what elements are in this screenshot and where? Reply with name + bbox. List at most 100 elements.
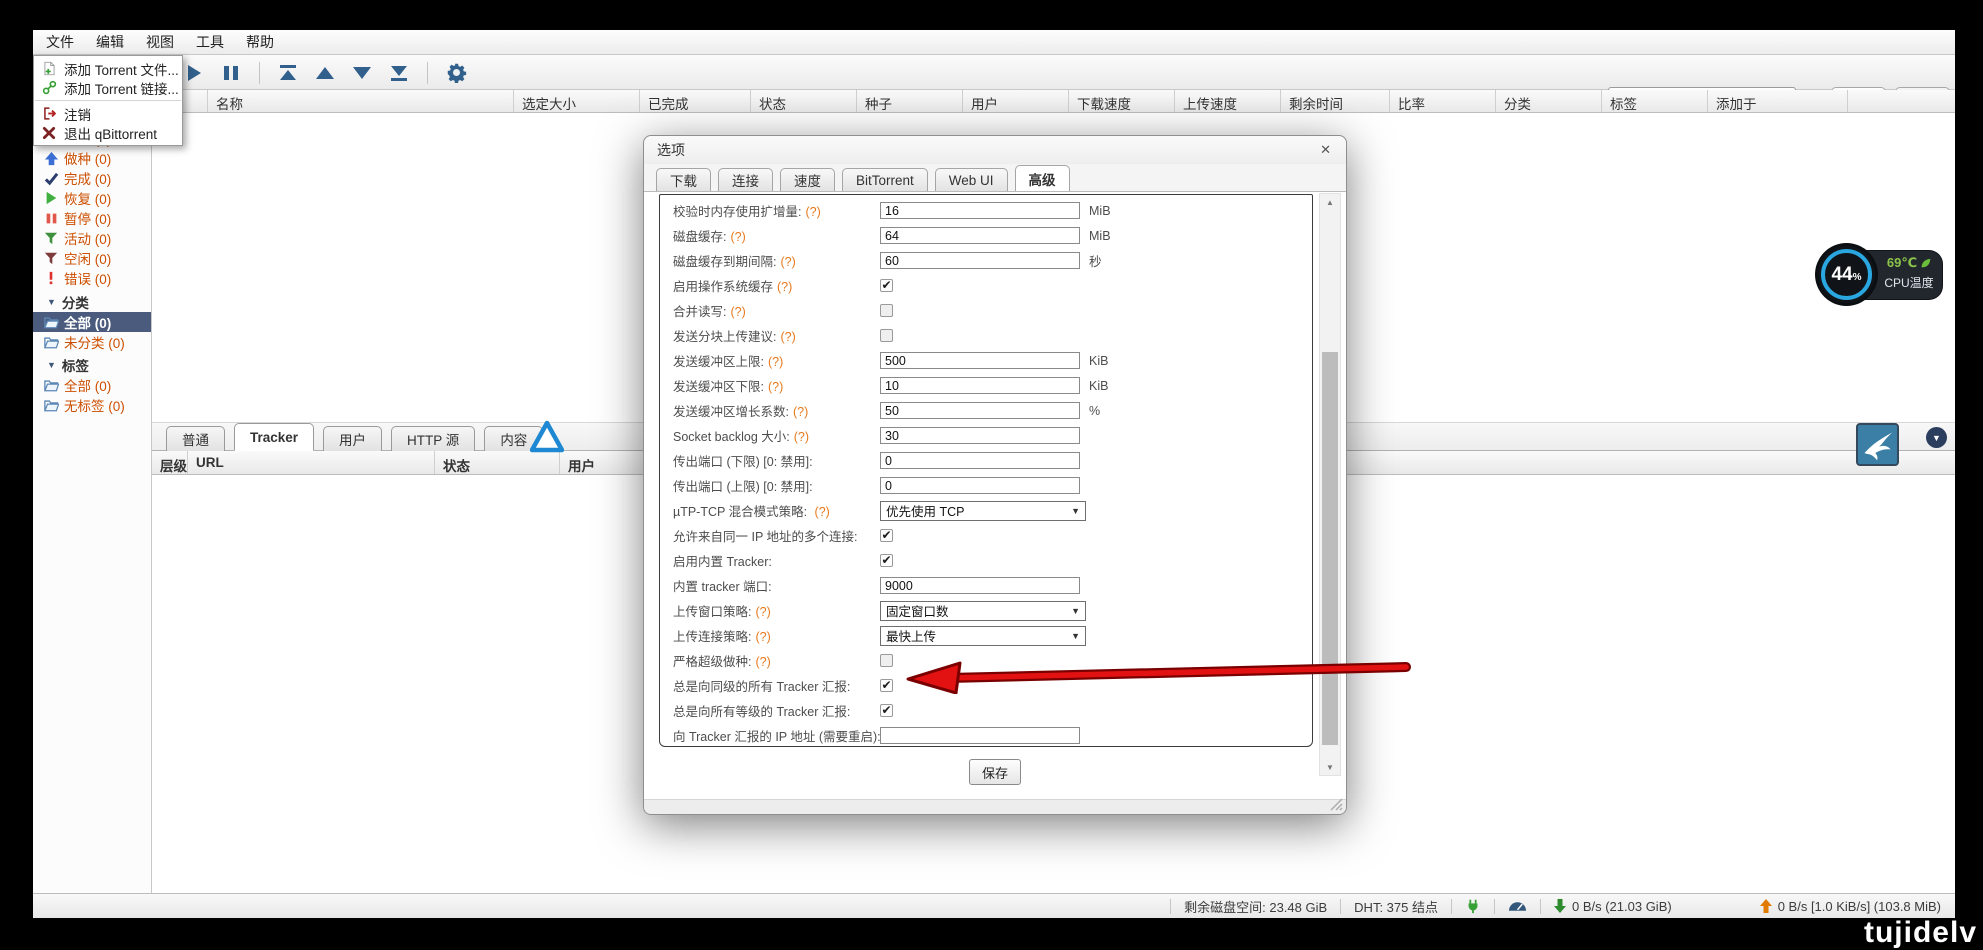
file-menu-item-0[interactable]: 添加 Torrent 文件... (34, 59, 182, 78)
resize-grip[interactable] (1330, 798, 1343, 811)
file-menu-item-1[interactable]: 添加 Torrent 链接... (34, 78, 182, 97)
scroll-up-icon[interactable]: ▲ (1320, 194, 1340, 210)
move-down-button[interactable] (351, 62, 373, 84)
sidebar-item-1-1[interactable]: 无标签 (0) (33, 395, 151, 415)
tab-webui[interactable]: Web UI (935, 168, 1008, 192)
help-link[interactable]: (?) (793, 405, 808, 419)
dialog-scrollbar[interactable]: ▲ ▼ (1319, 193, 1341, 776)
option-input-9[interactable] (880, 427, 1080, 444)
help-link[interactable]: (?) (730, 230, 745, 244)
option-checkbox-5[interactable] (880, 329, 893, 342)
sidebar-filter-7[interactable]: 错误 (0) (33, 268, 151, 288)
option-input-10[interactable] (880, 452, 1080, 469)
menubar-item-0[interactable]: 文件 (35, 29, 85, 55)
tab-general[interactable]: 普通 (166, 426, 225, 451)
file-menu-item-3[interactable]: 注销 (34, 104, 182, 123)
option-input-2[interactable] (880, 252, 1080, 269)
help-link[interactable]: (?) (805, 205, 820, 219)
torrent-column-13[interactable]: 添加于 (1708, 90, 1848, 112)
option-input-7[interactable] (880, 377, 1080, 394)
tab-downloads[interactable]: 下载 (656, 168, 711, 192)
tab-http-sources[interactable]: HTTP 源 (391, 426, 475, 451)
help-link[interactable]: (?) (768, 355, 783, 369)
help-link[interactable]: (?) (780, 330, 795, 344)
sidebar-filter-5[interactable]: 活动 (0) (33, 228, 151, 248)
option-checkbox-3[interactable] (880, 279, 893, 292)
sidebar-item-0-1[interactable]: 未分类 (0) (33, 332, 151, 352)
tracker-column-2[interactable]: 状态 (435, 451, 560, 474)
help-link[interactable]: (?) (755, 655, 770, 669)
tab-peers[interactable]: 用户 (323, 426, 382, 451)
tab-advanced[interactable]: 高级 (1015, 165, 1070, 192)
tab-trackers[interactable]: Tracker (234, 423, 314, 451)
torrent-column-4[interactable]: 状态 (751, 90, 857, 112)
option-input-0[interactable] (880, 202, 1080, 219)
option-checkbox-14[interactable] (880, 554, 893, 567)
option-input-6[interactable] (880, 352, 1080, 369)
help-link[interactable]: (?) (815, 505, 830, 519)
option-select-17[interactable]: 最快上传▼ (880, 626, 1086, 646)
torrent-column-3[interactable]: 已完成 (640, 90, 751, 112)
torrent-column-5[interactable]: 种子 (857, 90, 963, 112)
help-link[interactable]: (?) (755, 605, 770, 619)
move-top-button[interactable] (277, 62, 299, 84)
help-link[interactable]: (?) (780, 255, 795, 269)
tracker-column-1[interactable]: URL (188, 451, 435, 474)
help-link[interactable]: (?) (768, 380, 783, 394)
pause-button[interactable] (220, 62, 242, 84)
torrent-column-10[interactable]: 比率 (1390, 90, 1496, 112)
tab-speed[interactable]: 速度 (780, 168, 835, 192)
torrent-column-6[interactable]: 用户 (963, 90, 1069, 112)
sidebar-filter-6[interactable]: 空闲 (0) (33, 248, 151, 268)
connection-status-icon[interactable] (1465, 898, 1481, 914)
menubar-item-4[interactable]: 帮助 (235, 29, 285, 55)
move-bottom-button[interactable] (388, 62, 410, 84)
option-checkbox-18[interactable] (880, 654, 893, 667)
tab-connection[interactable]: 连接 (718, 168, 773, 192)
scrollbar-thumb[interactable] (1322, 352, 1338, 745)
help-link[interactable]: (?) (730, 305, 745, 319)
menubar-item-2[interactable]: 视图 (135, 29, 185, 55)
option-checkbox-20[interactable] (880, 704, 893, 717)
menubar-item-3[interactable]: 工具 (185, 29, 235, 55)
sidebar-section-0[interactable]: ▼分类 (33, 292, 151, 312)
option-input-11[interactable] (880, 477, 1080, 494)
sidebar-filter-1[interactable]: 做种 (0) (33, 148, 151, 168)
sidebar-filter-2[interactable]: 完成 (0) (33, 168, 151, 188)
help-link[interactable]: (?) (755, 630, 770, 644)
torrent-column-7[interactable]: 下载速度 (1069, 90, 1175, 112)
save-button[interactable]: 保存 (969, 759, 1021, 785)
option-checkbox-13[interactable] (880, 529, 893, 542)
sidebar-filter-4[interactable]: 暂停 (0) (33, 208, 151, 228)
options-button[interactable] (445, 62, 467, 84)
sidebar-item-0-0[interactable]: 全部 (0) (33, 312, 151, 332)
alt-speed-gauge-icon[interactable] (1508, 900, 1527, 912)
option-input-8[interactable] (880, 402, 1080, 419)
tracker-column-0[interactable]: 层级 (152, 451, 188, 474)
resume-button[interactable] (183, 62, 205, 84)
torrent-column-1[interactable]: 名称 (208, 90, 514, 112)
menubar-item-1[interactable]: 编辑 (85, 29, 135, 55)
option-input-21[interactable] (880, 727, 1080, 744)
collapse-panel-button[interactable]: ▼ (1926, 427, 1947, 448)
scroll-down-icon[interactable]: ▼ (1320, 759, 1340, 775)
torrent-column-2[interactable]: 选定大小 (514, 90, 640, 112)
torrent-column-9[interactable]: 剩余时间 (1281, 90, 1390, 112)
file-menu-item-4[interactable]: 退出 qBittorrent (34, 123, 182, 142)
option-input-15[interactable] (880, 577, 1080, 594)
torrent-column-8[interactable]: 上传速度 (1175, 90, 1281, 112)
sidebar-filter-3[interactable]: 恢复 (0) (33, 188, 151, 208)
sidebar-item-1-0[interactable]: 全部 (0) (33, 375, 151, 395)
help-link[interactable]: (?) (777, 280, 792, 294)
torrent-column-11[interactable]: 分类 (1496, 90, 1602, 112)
option-input-1[interactable] (880, 227, 1080, 244)
tab-bittorrent[interactable]: BitTorrent (842, 168, 928, 192)
option-select-12[interactable]: 优先使用 TCP▼ (880, 501, 1086, 521)
help-link[interactable]: (?) (794, 430, 809, 444)
option-select-16[interactable]: 固定窗口数▼ (880, 601, 1086, 621)
bird-overlay-button[interactable] (1856, 423, 1899, 466)
close-icon[interactable]: ✕ (1318, 142, 1333, 158)
torrent-column-12[interactable]: 标签 (1602, 90, 1708, 112)
move-up-button[interactable] (314, 62, 336, 84)
option-checkbox-4[interactable] (880, 304, 893, 317)
